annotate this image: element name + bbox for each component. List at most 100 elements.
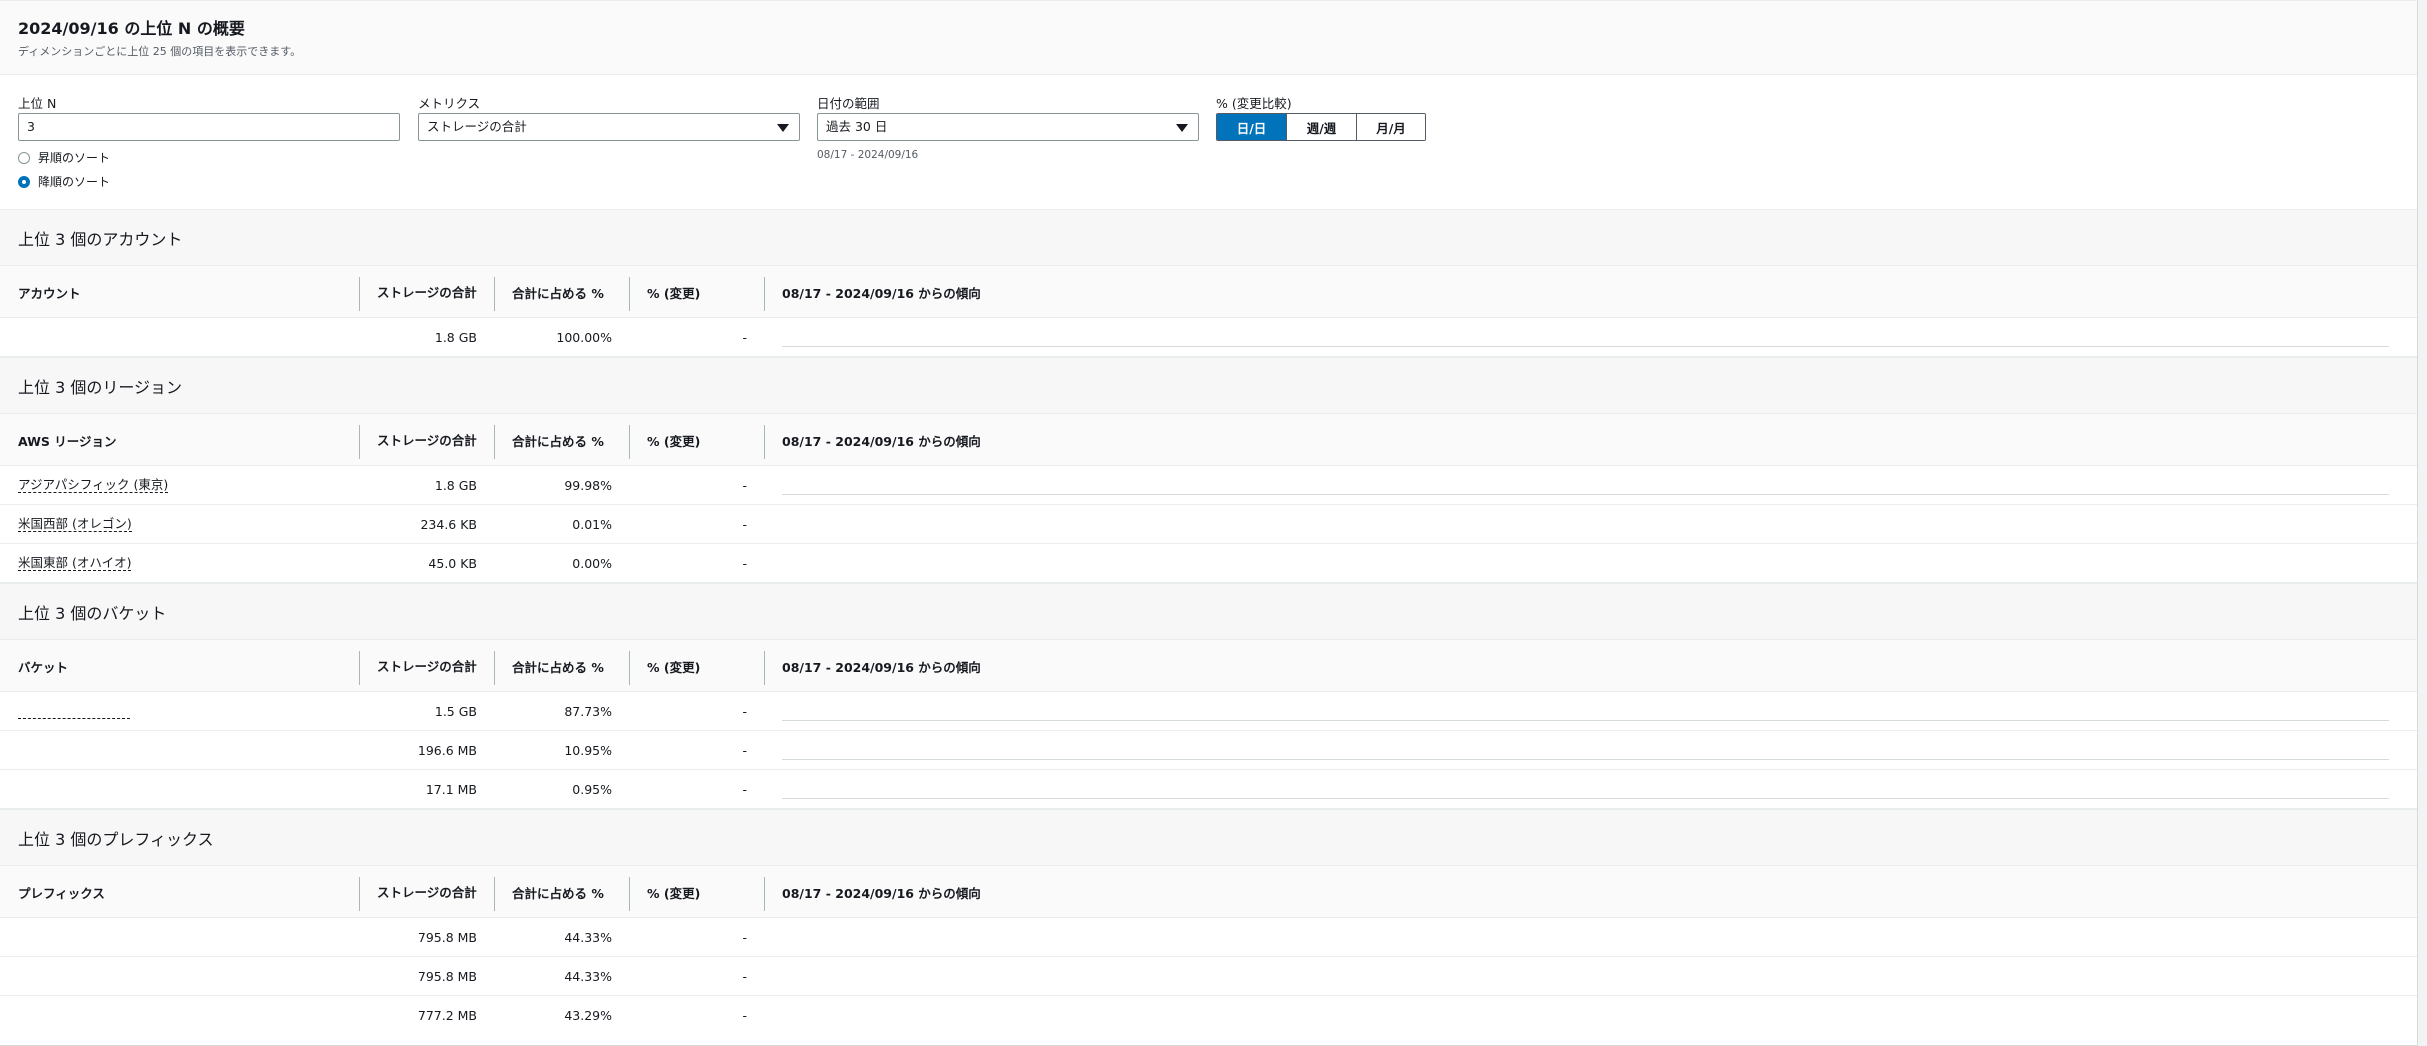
metric-select[interactable]: ストレージの合計 [418, 113, 800, 141]
trend-sparkline [782, 346, 2389, 347]
storage-value: 1.8 GB [434, 330, 477, 345]
metric-select-value: ストレージの合計 [427, 119, 527, 134]
storage-value: 45.0 KB [428, 556, 477, 571]
column-header-percent-change[interactable]: % (変更) [647, 866, 700, 919]
caret-down-icon [777, 124, 789, 132]
page-description: ディメンションごとに上位 25 個の項目を表示できます。 [18, 45, 302, 58]
sort-descending-radio[interactable] [18, 175, 30, 188]
column-header-trend: 08/17 - 2024/09/16 からの傾向 [782, 886, 981, 901]
page-title: 2024/09/16 の上位 N の概要 [18, 19, 245, 38]
trend-sparkline [782, 494, 2389, 495]
regions-table-header: AWS リージョン ストレージの合計 合計に占める % % (変更) 08/17… [0, 413, 2417, 466]
metric-label: メトリクス [418, 96, 481, 111]
filter-controls: 上位 N 3 昇順のソート 降順のソート メトリクス ストレージの合計 日付の範… [0, 75, 2417, 209]
buckets-section-title: 上位 3 個のバケット [0, 583, 2417, 639]
sort-descending-option[interactable]: 降順のソート [18, 173, 110, 190]
region-name-link[interactable]: 米国西部 (オレゴン) [18, 517, 132, 532]
percent-change-value: - [742, 556, 747, 571]
percent-change-value: - [742, 782, 747, 797]
trend-sparkline [782, 759, 2389, 760]
top-n-overview-panel: 2024/09/16 の上位 N の概要 ディメンションごとに上位 25 個の項… [0, 0, 2418, 1046]
bucket-name-link[interactable] [18, 705, 130, 719]
percent-change-value: - [742, 1008, 747, 1023]
table-row: 777.2 MB 43.29% - [0, 996, 2417, 1035]
percent-total-value: 87.73% [564, 704, 612, 719]
table-row: 米国東部 (オハイオ) 45.0 KB 0.00% - [0, 544, 2417, 583]
storage-value: 795.8 MB [417, 930, 477, 945]
column-header-trend: 08/17 - 2024/09/16 からの傾向 [782, 286, 981, 301]
compare-week-button[interactable]: 週/週 [1287, 114, 1357, 140]
storage-value: 1.5 GB [434, 704, 477, 719]
compare-month-button[interactable]: 月/月 [1357, 114, 1425, 140]
percent-change-value: - [742, 478, 747, 493]
percent-total-value: 43.29% [564, 1008, 612, 1023]
compare-segmented-control: 日/日 週/週 月/月 [1216, 113, 1426, 141]
region-name-link[interactable]: アジアパシフィック (東京) [18, 478, 169, 493]
storage-value: 17.1 MB [425, 782, 477, 797]
sort-descending-label: 降順のソート [38, 175, 111, 189]
trend-sparkline [782, 720, 2389, 721]
table-row: 17.1 MB 0.95% - [0, 770, 2417, 809]
date-range-label: 日付の範囲 [817, 96, 880, 111]
column-header-percent-change[interactable]: % (変更) [647, 266, 700, 319]
trend-sparkline [782, 798, 2389, 799]
region-name-link[interactable]: 米国東部 (オハイオ) [18, 556, 132, 571]
percent-total-value: 0.00% [572, 556, 612, 571]
sort-ascending-option[interactable]: 昇順のソート [18, 149, 110, 166]
column-header-storage[interactable]: ストレージの合計 [377, 266, 487, 319]
date-range-select[interactable]: 過去 30 日 [817, 113, 1199, 141]
column-header-percent-total[interactable]: 合計に占める % [512, 414, 604, 467]
table-row: アジアパシフィック (東京) 1.8 GB 99.98% - [0, 466, 2417, 505]
top-n-input[interactable]: 3 [18, 113, 400, 141]
prefixes-table-header: プレフィックス ストレージの合計 合計に占める % % (変更) 08/17 -… [0, 865, 2417, 918]
percent-total-value: 0.01% [572, 517, 612, 532]
column-header-percent-total[interactable]: 合計に占める % [512, 640, 604, 693]
table-row: 196.6 MB 10.95% - [0, 731, 2417, 770]
buckets-table-header: バケット ストレージの合計 合計に占める % % (変更) 08/17 - 20… [0, 639, 2417, 692]
date-range-hint: 08/17 - 2024/09/16 [817, 149, 919, 161]
panel-header: 2024/09/16 の上位 N の概要 ディメンションごとに上位 25 個の項… [0, 1, 2417, 75]
prefixes-section-title: 上位 3 個のプレフィックス [0, 809, 2417, 865]
compare-day-button[interactable]: 日/日 [1217, 114, 1287, 140]
percent-total-value: 0.95% [572, 782, 612, 797]
table-row: 1.8 GB 100.00% - [0, 318, 2417, 357]
storage-value: 777.2 MB [417, 1008, 477, 1023]
percent-total-value: 100.00% [556, 330, 612, 345]
percent-change-value: - [742, 743, 747, 758]
percent-total-value: 10.95% [564, 743, 612, 758]
table-row: 米国西部 (オレゴン) 234.6 KB 0.01% - [0, 505, 2417, 544]
table-row: 1.5 GB 87.73% - [0, 692, 2417, 731]
percent-change-value: - [742, 930, 747, 945]
column-header-percent-total[interactable]: 合計に占める % [512, 866, 604, 919]
storage-value: 795.8 MB [417, 969, 477, 984]
percent-change-value: - [742, 969, 747, 984]
percent-total-value: 44.33% [564, 930, 612, 945]
column-header-percent-total[interactable]: 合計に占める % [512, 266, 604, 319]
column-header-trend: 08/17 - 2024/09/16 からの傾向 [782, 660, 981, 675]
column-header-storage[interactable]: ストレージの合計 [377, 640, 487, 693]
table-row: 795.8 MB 44.33% - [0, 918, 2417, 957]
date-range-select-value: 過去 30 日 [826, 119, 888, 134]
column-header-percent-change[interactable]: % (変更) [647, 640, 700, 693]
sort-ascending-label: 昇順のソート [38, 151, 111, 165]
storage-value: 196.6 MB [417, 743, 477, 758]
percent-change-value: - [742, 330, 747, 345]
caret-down-icon [1176, 124, 1188, 132]
column-header-prefix[interactable]: プレフィックス [18, 866, 105, 919]
storage-value: 234.6 KB [420, 517, 477, 532]
percent-change-value: - [742, 517, 747, 532]
column-header-bucket[interactable]: バケット [18, 640, 68, 693]
column-header-region[interactable]: AWS リージョン [18, 414, 117, 467]
compare-label: % (変更比較) [1216, 96, 1292, 111]
top-n-label: 上位 N [18, 96, 57, 111]
column-header-trend: 08/17 - 2024/09/16 からの傾向 [782, 434, 981, 449]
column-header-percent-change[interactable]: % (変更) [647, 414, 700, 467]
accounts-section-title: 上位 3 個のアカウント [0, 209, 2417, 265]
sort-ascending-radio[interactable] [18, 151, 30, 164]
column-header-storage[interactable]: ストレージの合計 [377, 414, 487, 467]
regions-section-title: 上位 3 個のリージョン [0, 357, 2417, 413]
storage-value: 1.8 GB [434, 478, 477, 493]
table-row: 795.8 MB 44.33% - [0, 957, 2417, 996]
column-header-account[interactable]: アカウント [18, 266, 81, 319]
column-header-storage[interactable]: ストレージの合計 [377, 866, 487, 919]
